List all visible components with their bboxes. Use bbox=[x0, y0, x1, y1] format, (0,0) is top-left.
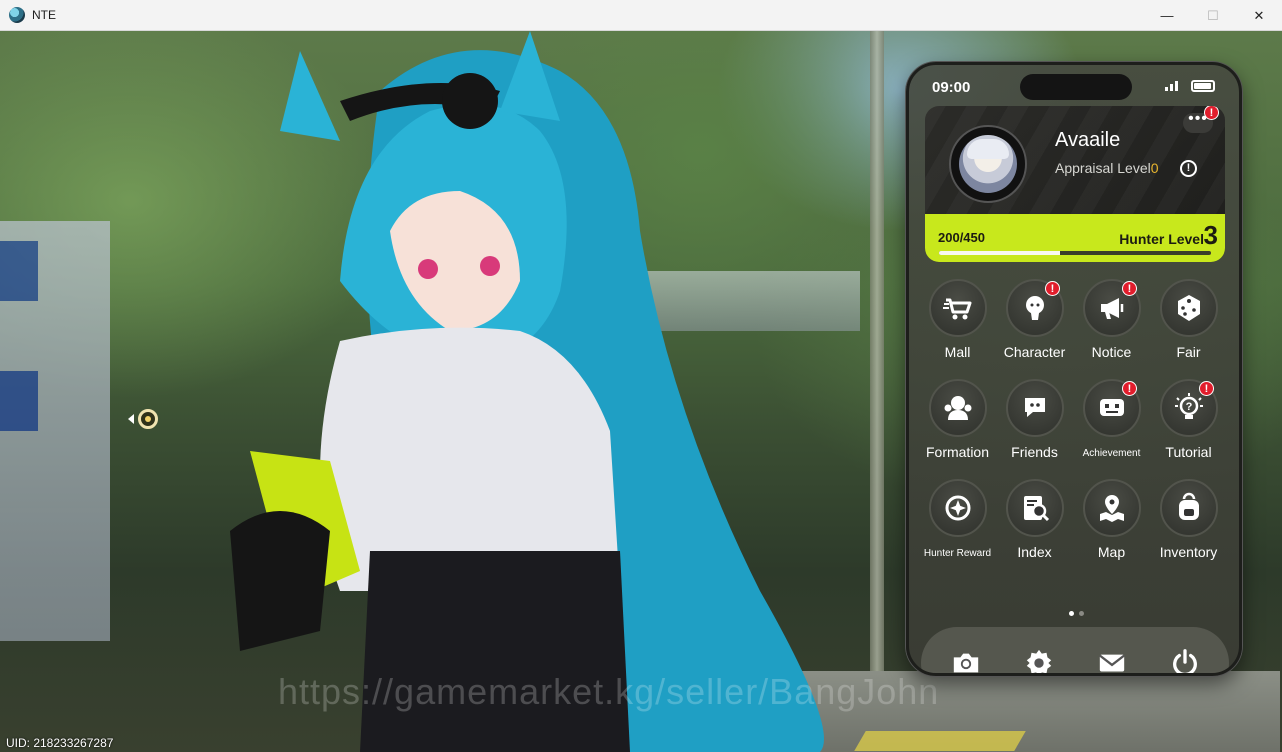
mail-button[interactable] bbox=[1090, 641, 1134, 673]
app-notice[interactable]: ! Notice bbox=[1073, 279, 1150, 363]
cart-icon bbox=[942, 298, 971, 320]
phone-notch bbox=[1020, 74, 1132, 100]
app-tutorial[interactable]: ? ! Tutorial bbox=[1150, 379, 1227, 463]
exp-progress-track bbox=[939, 251, 1211, 255]
app-achievement[interactable]: ! Achievement bbox=[1073, 379, 1150, 463]
minimize-button[interactable]: — bbox=[1144, 0, 1190, 31]
appraisal-value: 0 bbox=[1150, 160, 1159, 176]
info-icon[interactable]: ! bbox=[1180, 160, 1197, 177]
app-label: Hunter Reward bbox=[923, 548, 992, 559]
app-label: Map bbox=[1097, 544, 1126, 560]
hunter-level-label: Hunter Level bbox=[1119, 231, 1204, 247]
avatar-frame[interactable] bbox=[949, 125, 1027, 203]
app-formation[interactable]: Formation bbox=[919, 379, 996, 463]
power-button[interactable] bbox=[1163, 641, 1207, 673]
target-icon bbox=[945, 495, 970, 521]
app-index[interactable]: Index bbox=[996, 479, 1073, 563]
app-friends[interactable]: Friends bbox=[996, 379, 1073, 463]
dice-icon bbox=[1177, 295, 1200, 321]
app-label: Formation bbox=[925, 444, 990, 460]
signal-icon bbox=[1165, 81, 1178, 91]
window-titlebar: NTE — ☐ ✕ bbox=[0, 0, 1282, 31]
cursor-target-icon bbox=[138, 409, 158, 429]
avatar bbox=[959, 135, 1017, 193]
app-label: Index bbox=[1017, 544, 1052, 560]
appraisal-label: Appraisal Level bbox=[1055, 160, 1151, 176]
blue-sign bbox=[0, 371, 38, 431]
profile-card[interactable]: ••• ! Avaaile Appraisal Level0 ! 200/450… bbox=[925, 106, 1225, 262]
app-fair[interactable]: Fair bbox=[1150, 279, 1227, 363]
background-building bbox=[0, 221, 110, 641]
app-label: Inventory bbox=[1159, 544, 1218, 560]
player-name: Avaaile bbox=[1055, 129, 1121, 151]
app-label: Fair bbox=[1176, 344, 1201, 360]
phone-status-bar: 09:00 bbox=[909, 65, 1239, 105]
formation-icon bbox=[944, 396, 971, 420]
app-label: Achievement bbox=[1082, 448, 1141, 459]
app-label: Friends bbox=[1011, 444, 1058, 460]
app-label: Notice bbox=[1091, 344, 1132, 360]
camera-button[interactable] bbox=[944, 641, 988, 673]
index-icon bbox=[1023, 496, 1049, 522]
hunter-level-bar: 200/450 Hunter Level 3 bbox=[925, 214, 1225, 262]
app-hunter-reward[interactable]: Hunter Reward bbox=[919, 479, 996, 563]
app-label: Character bbox=[1003, 344, 1066, 360]
phone-dock bbox=[921, 627, 1229, 673]
megaphone-icon bbox=[1100, 298, 1123, 319]
gear-icon bbox=[1026, 649, 1051, 673]
exp-progress-fill bbox=[939, 251, 1060, 255]
svg-text:?: ? bbox=[1185, 401, 1192, 413]
page-indicator bbox=[1069, 611, 1084, 616]
map-icon bbox=[1099, 495, 1124, 522]
camera-icon bbox=[953, 653, 978, 673]
backpack-icon bbox=[1178, 492, 1199, 520]
character-icon bbox=[1025, 296, 1044, 320]
friends-icon bbox=[1024, 398, 1045, 417]
hunter-level-value: 3 bbox=[1203, 220, 1218, 250]
watermark-text: https://gamemarket.kg/seller/BangJohn bbox=[278, 671, 940, 712]
app-logo-icon bbox=[9, 7, 25, 23]
lightbulb-icon: ? bbox=[1174, 393, 1203, 419]
alert-badge: ! bbox=[1199, 381, 1214, 396]
alert-badge: ! bbox=[1122, 381, 1137, 396]
uid-label: UID: 218233267287 bbox=[6, 736, 114, 750]
alert-badge: ! bbox=[1122, 281, 1137, 296]
alert-badge: ! bbox=[1045, 281, 1060, 296]
battery-icon bbox=[1191, 80, 1215, 92]
app-inventory[interactable]: Inventory bbox=[1150, 479, 1227, 563]
appraisal-level: Appraisal Level0 bbox=[1055, 160, 1159, 176]
app-map[interactable]: Map bbox=[1073, 479, 1150, 563]
phone-time: 09:00 bbox=[932, 79, 971, 96]
window-title: NTE bbox=[32, 8, 56, 22]
app-character[interactable]: ! Character bbox=[996, 279, 1073, 363]
exp-text: 200/450 bbox=[938, 230, 985, 245]
phone-menu: 09:00 ••• ! Avaaile Appraisal Level0 ! 2… bbox=[906, 62, 1242, 676]
mail-icon bbox=[1098, 654, 1125, 672]
power-icon bbox=[1172, 649, 1197, 673]
close-button[interactable]: ✕ bbox=[1236, 0, 1282, 31]
app-mall[interactable]: Mall bbox=[919, 279, 996, 363]
settings-button[interactable] bbox=[1017, 641, 1061, 673]
blue-sign bbox=[0, 241, 38, 301]
app-label: Mall bbox=[944, 344, 971, 360]
maximize-button[interactable]: ☐ bbox=[1190, 0, 1236, 31]
app-label: Tutorial bbox=[1165, 444, 1212, 460]
achievement-icon bbox=[1099, 399, 1124, 416]
cursor-pointer-icon bbox=[128, 414, 134, 424]
app-grid: Mall ! Character ! Notice Fair Formation… bbox=[919, 279, 1235, 563]
character-illustration bbox=[230, 31, 824, 752]
